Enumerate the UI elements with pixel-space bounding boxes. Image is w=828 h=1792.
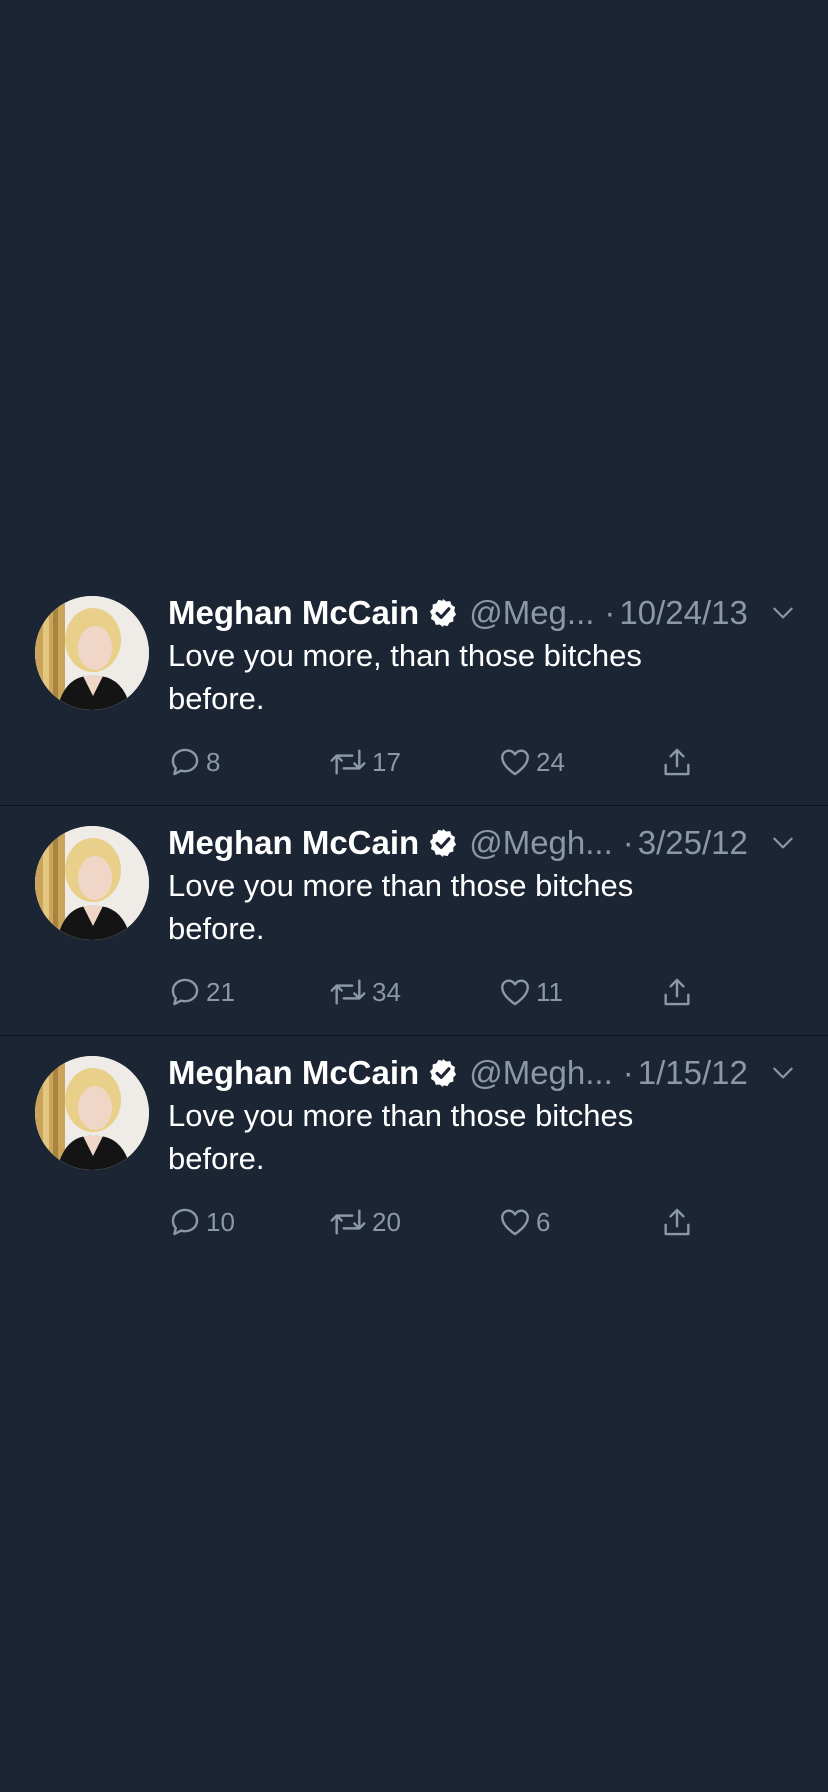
share-icon bbox=[664, 978, 690, 1006]
retweet-button[interactable]: 34 bbox=[328, 972, 401, 1012]
reply-count: 8 bbox=[206, 746, 221, 777]
separator-dot: · bbox=[622, 1054, 634, 1091]
tweet-text-line: before. bbox=[168, 911, 265, 946]
separator-dot: · bbox=[604, 594, 616, 631]
retweet-button[interactable]: 20 bbox=[328, 1202, 401, 1242]
tweet-text: Love you more than those bitches before. bbox=[168, 864, 728, 950]
like-count: 11 bbox=[536, 976, 563, 1007]
reply-count: 10 bbox=[206, 1206, 235, 1237]
tweet-date[interactable]: 10/24/13 bbox=[619, 594, 747, 632]
author-handle[interactable]: @Megh... bbox=[469, 1054, 613, 1092]
like-button[interactable]: 24 bbox=[498, 742, 565, 782]
heart-icon bbox=[501, 979, 529, 1006]
retweet-count: 20 bbox=[372, 1206, 401, 1237]
tweet-text-line: Love you more than those bitches bbox=[168, 868, 634, 903]
verified-badge-icon bbox=[430, 829, 457, 857]
tweet[interactable]: Meghan McCain @Megh... · 1/15/12 Love yo… bbox=[0, 1036, 828, 1266]
retweet-button[interactable]: 17 bbox=[328, 742, 401, 782]
reply-button[interactable]: 10 bbox=[168, 1202, 235, 1242]
tweet-text: Love you more than those bitches before. bbox=[168, 1094, 728, 1180]
separator-dot: · bbox=[622, 824, 634, 861]
like-count: 6 bbox=[536, 1206, 551, 1237]
reply-button[interactable]: 21 bbox=[168, 972, 235, 1012]
share-icon bbox=[664, 1208, 690, 1236]
share-button[interactable] bbox=[660, 1202, 694, 1242]
verified-badge-icon bbox=[430, 599, 457, 627]
tweet-date[interactable]: 3/25/12 bbox=[638, 824, 748, 862]
chevron-down-icon[interactable] bbox=[770, 1060, 796, 1086]
avatar[interactable] bbox=[35, 1056, 149, 1170]
tweet-text: Love you more, than those bitches before… bbox=[168, 634, 728, 720]
reply-icon bbox=[171, 748, 199, 776]
tweet-actions: 10 20 6 bbox=[168, 1202, 728, 1242]
avatar[interactable] bbox=[35, 826, 149, 940]
reply-icon bbox=[171, 978, 199, 1006]
tweet-text-line: Love you more, than those bitches bbox=[168, 638, 642, 673]
share-icon bbox=[664, 748, 690, 776]
share-button[interactable] bbox=[660, 972, 694, 1012]
chevron-down-icon[interactable] bbox=[770, 830, 796, 856]
avatar[interactable] bbox=[35, 596, 149, 710]
tweet-actions: 21 34 11 bbox=[168, 972, 728, 1012]
author-name[interactable]: Meghan McCain bbox=[168, 594, 419, 632]
retweet-icon bbox=[330, 749, 366, 775]
tweet[interactable]: Meghan McCain @Meg... · 10/24/13 Love yo… bbox=[0, 576, 828, 806]
retweet-count: 34 bbox=[372, 976, 401, 1007]
tweet[interactable]: Meghan McCain @Megh... · 3/25/12 Love yo… bbox=[0, 806, 828, 1036]
author-name[interactable]: Meghan McCain bbox=[168, 824, 419, 862]
tweet-text-line: Love you more than those bitches bbox=[168, 1098, 634, 1133]
chevron-down-icon[interactable] bbox=[770, 600, 796, 626]
share-button[interactable] bbox=[660, 742, 694, 782]
retweet-icon bbox=[330, 1209, 366, 1235]
like-count: 24 bbox=[536, 746, 565, 777]
author-handle[interactable]: @Meg... bbox=[469, 594, 594, 632]
like-button[interactable]: 11 bbox=[498, 972, 563, 1012]
reply-icon bbox=[171, 1208, 199, 1236]
retweet-icon bbox=[330, 979, 366, 1005]
tweet-date[interactable]: 1/15/12 bbox=[638, 1054, 748, 1092]
timeline: Meghan McCain @Meg... · 10/24/13 Love yo… bbox=[0, 576, 828, 1266]
retweet-count: 17 bbox=[372, 746, 401, 777]
like-button[interactable]: 6 bbox=[498, 1202, 550, 1242]
tweet-actions: 8 17 24 bbox=[168, 742, 728, 782]
heart-icon bbox=[501, 1209, 529, 1236]
reply-count: 21 bbox=[206, 976, 235, 1007]
author-handle[interactable]: @Megh... bbox=[469, 824, 613, 862]
verified-badge-icon bbox=[430, 1059, 457, 1087]
reply-button[interactable]: 8 bbox=[168, 742, 220, 782]
tweet-text-line: before. bbox=[168, 681, 265, 716]
heart-icon bbox=[501, 749, 529, 776]
tweet-text-line: before. bbox=[168, 1141, 265, 1176]
author-name[interactable]: Meghan McCain bbox=[168, 1054, 419, 1092]
